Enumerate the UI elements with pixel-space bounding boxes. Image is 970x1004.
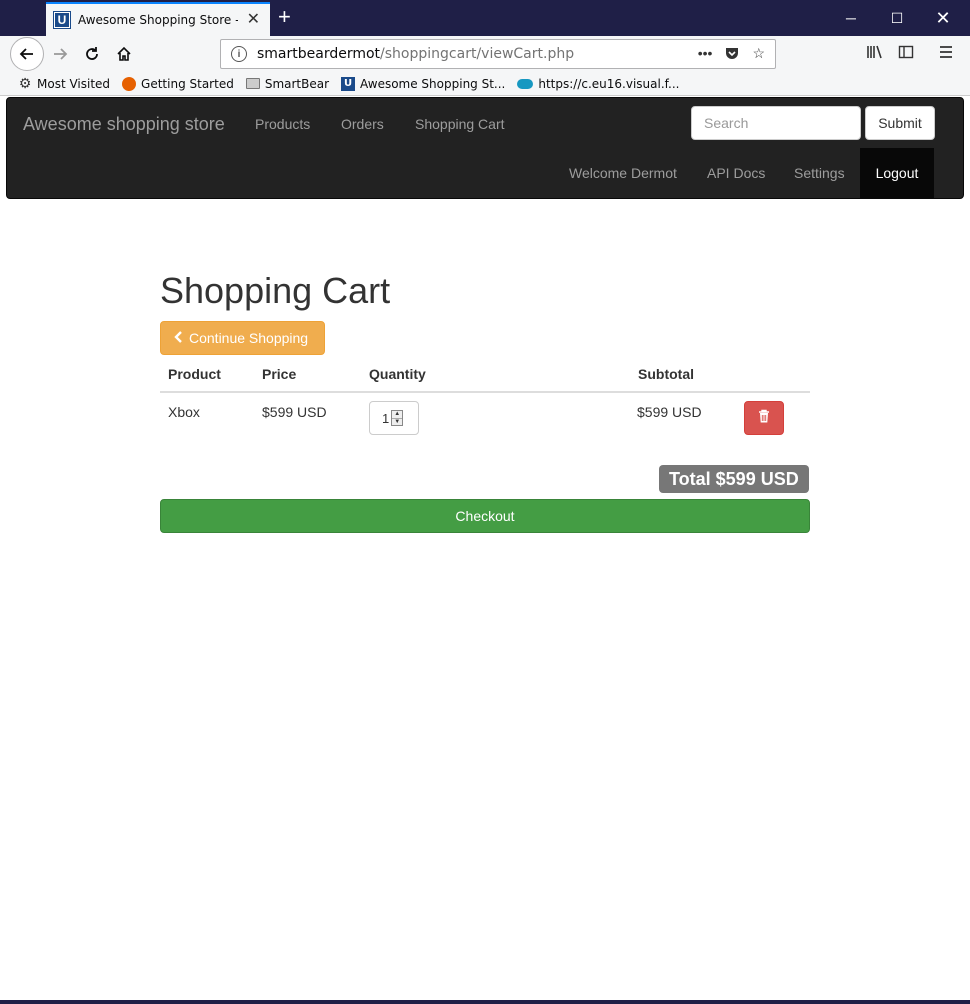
column-header-subtotal: Subtotal: [638, 366, 694, 382]
back-arrow-icon[interactable]: [10, 37, 44, 71]
site-info-icon[interactable]: i: [231, 46, 247, 62]
bookmark-smartbear[interactable]: SmartBear: [245, 76, 330, 91]
minimize-icon[interactable]: ─: [828, 0, 874, 36]
nav-api-docs[interactable]: API Docs: [707, 165, 765, 181]
tab-favicon-icon: U: [53, 11, 71, 29]
delete-item-button[interactable]: [744, 401, 784, 435]
bookmark-label: Most Visited: [37, 76, 111, 91]
trash-icon: [758, 409, 770, 428]
url-text: smartbeardermot/shoppingcart/viewCart.ph…: [257, 46, 574, 62]
bookmark-getting-started[interactable]: Getting Started: [122, 76, 234, 91]
firefox-icon: [122, 76, 137, 91]
column-header-price: Price: [262, 366, 297, 382]
menu-icon[interactable]: [938, 44, 954, 65]
page-actions-icon[interactable]: •••: [698, 45, 713, 64]
close-window-icon[interactable]: ✕: [920, 0, 966, 36]
table-header-divider: [160, 391, 810, 393]
bookmark-label: Getting Started: [141, 76, 234, 91]
spinner-arrows-icon[interactable]: ▲ ▼: [391, 410, 404, 426]
bookmark-awesome-shopping[interactable]: U Awesome Shopping St...: [341, 76, 506, 91]
column-header-quantity: Quantity: [369, 366, 426, 382]
quantity-stepper[interactable]: 1 ▲ ▼: [369, 401, 419, 435]
tab-title: Awesome Shopping Store - Vie: [78, 13, 238, 27]
bookmark-label: SmartBear: [264, 76, 330, 91]
continue-shopping-label: Continue Shopping: [189, 330, 309, 346]
cell-price: $599 USD: [262, 404, 327, 420]
total-badge: Total $599 USD: [659, 465, 809, 493]
library-icon[interactable]: [866, 44, 884, 65]
new-tab-icon[interactable]: +: [278, 6, 291, 28]
bookmark-star-icon[interactable]: ☆: [752, 45, 765, 64]
bookmark-most-visited[interactable]: ⚙ Most Visited: [18, 75, 111, 92]
search-input[interactable]: [691, 106, 861, 140]
cell-subtotal: $599 USD: [637, 404, 702, 420]
logout-button[interactable]: Logout: [860, 148, 934, 198]
cloud-icon: [517, 78, 534, 89]
bookmark-salesforce[interactable]: https://c.eu16.visual.f...: [517, 77, 679, 91]
sidebar-icon[interactable]: [898, 44, 914, 65]
folder-icon: [245, 78, 260, 89]
column-header-product: Product: [168, 366, 221, 382]
pocket-icon[interactable]: [724, 45, 740, 64]
chevron-left-icon: [173, 330, 183, 346]
reload-icon[interactable]: [76, 38, 108, 70]
url-host: smartbeardermot: [257, 46, 381, 62]
url-actions: ••• ☆: [698, 45, 765, 64]
window-bottom-border: [0, 1000, 970, 1004]
tab-close-icon[interactable]: ✕: [247, 12, 260, 28]
page-viewport: Awesome shopping store Products Orders S…: [5, 97, 965, 1001]
checkout-button[interactable]: Checkout: [160, 499, 810, 533]
site-brand[interactable]: Awesome shopping store: [23, 114, 225, 135]
nav-shopping-cart[interactable]: Shopping Cart: [415, 116, 505, 132]
nav-orders[interactable]: Orders: [341, 116, 384, 132]
url-path: /shoppingcart/viewCart.php: [380, 46, 575, 62]
nav-welcome-user[interactable]: Welcome Dermot: [569, 165, 677, 181]
nav-settings[interactable]: Settings: [794, 165, 845, 181]
maximize-icon[interactable]: ☐: [874, 0, 920, 36]
cell-product: Xbox: [168, 404, 200, 420]
page-title: Shopping Cart: [160, 270, 391, 311]
bookmark-label: https://c.eu16.visual.f...: [538, 76, 680, 91]
bookmark-label: Awesome Shopping St...: [360, 76, 506, 91]
nav-products[interactable]: Products: [255, 116, 310, 132]
continue-shopping-button[interactable]: Continue Shopping: [160, 321, 325, 355]
forward-arrow-icon[interactable]: [44, 38, 76, 70]
browser-toolbar: i smartbeardermot/shoppingcart/viewCart.…: [0, 36, 970, 72]
url-bar[interactable]: i smartbeardermot/shoppingcart/viewCart.…: [220, 39, 776, 69]
browser-tab[interactable]: U Awesome Shopping Store - Vie ✕: [46, 2, 270, 36]
home-icon[interactable]: [108, 38, 140, 70]
gear-icon: ⚙: [18, 75, 32, 92]
site-navbar: Awesome shopping store Products Orders S…: [6, 97, 964, 199]
submit-button[interactable]: Submit: [865, 106, 935, 140]
bookmarks-bar: ⚙ Most Visited Getting Started SmartBear…: [0, 72, 970, 96]
quantity-value: 1: [382, 410, 390, 426]
u-logo-icon: U: [341, 76, 356, 91]
browser-window: U Awesome Shopping Store - Vie ✕ + ─ ☐ ✕…: [0, 0, 970, 1004]
title-bar: U Awesome Shopping Store - Vie ✕ + ─ ☐ ✕: [0, 0, 970, 36]
